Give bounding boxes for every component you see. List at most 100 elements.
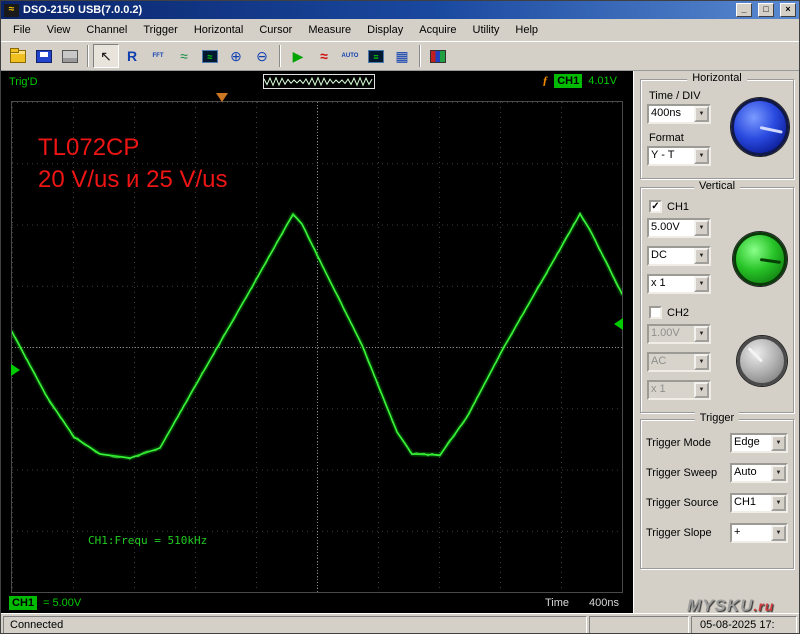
ch2-row: CH2 xyxy=(649,306,689,319)
time-label: Time xyxy=(544,597,570,609)
ch2-checkbox[interactable] xyxy=(649,306,662,319)
combo-value: 5.00V xyxy=(651,221,680,233)
combo-value: Auto xyxy=(734,466,757,478)
ch1-probe-select[interactable]: x 1 ▼ xyxy=(647,274,711,294)
trigger-freq-icon: ƒ xyxy=(542,73,549,87)
red-wave-icon: ≈ xyxy=(320,48,328,64)
format-select[interactable]: Y - T ▼ xyxy=(647,146,711,166)
trigger-slope-label: Trigger Slope xyxy=(646,527,712,539)
trigger-source-select[interactable]: CH1 ▼ xyxy=(730,493,788,513)
zoom-out-button[interactable]: ⊖ xyxy=(249,44,275,68)
trigger-mode-select[interactable]: Edge ▼ xyxy=(730,433,788,453)
menu-acquire[interactable]: Acquire xyxy=(411,21,464,39)
chevron-down-icon[interactable]: ▼ xyxy=(771,465,786,481)
ch2-probe-select[interactable]: x 1 ▼ xyxy=(647,380,711,400)
print-icon xyxy=(62,49,78,63)
zoom-in-button[interactable]: ⊕ xyxy=(223,44,249,68)
ch1-volts-select[interactable]: 5.00V ▼ xyxy=(647,218,711,238)
trigger-level-marker[interactable] xyxy=(614,318,623,330)
time-div-select[interactable]: 400ns ▼ xyxy=(647,104,711,124)
ch1-position-knob[interactable] xyxy=(733,232,787,286)
select-r-tool-button[interactable]: R xyxy=(119,44,145,68)
chevron-down-icon[interactable]: ▼ xyxy=(771,435,786,451)
scope-screen[interactable]: TL072CP 20 V/us и 25 V/us CH1:Frequ = 51… xyxy=(11,93,623,593)
menu-cursor[interactable]: Cursor xyxy=(251,21,300,39)
combo-value: CH1 xyxy=(734,496,757,508)
menu-channel[interactable]: Channel xyxy=(78,21,135,39)
red-wave-button[interactable]: ≈ xyxy=(311,44,337,68)
combo-value: Y - T xyxy=(651,149,675,161)
math-wave-button[interactable]: ≈ xyxy=(171,44,197,68)
chevron-down-icon[interactable]: ▼ xyxy=(771,495,786,511)
ch1-ground-marker[interactable] xyxy=(11,364,20,376)
scope-bottom-bar: CH1 = 5.00V Time 400ns xyxy=(1,593,633,613)
ch1-knob-pointer xyxy=(759,257,782,264)
help-books-button[interactable] xyxy=(425,44,451,68)
trigger-channel-badge: CH1 xyxy=(554,73,583,88)
chevron-down-icon[interactable]: ▼ xyxy=(694,220,709,236)
close-button[interactable]: × xyxy=(780,3,796,17)
save-icon xyxy=(36,49,52,63)
help-books-icon xyxy=(430,49,446,63)
chevron-down-icon[interactable]: ▼ xyxy=(694,276,709,292)
maximize-button[interactable]: □ xyxy=(758,3,774,17)
connection-status: Connected xyxy=(3,615,587,633)
auto-range-button[interactable]: AUTO xyxy=(337,44,363,68)
menu-utility[interactable]: Utility xyxy=(465,21,508,39)
horizontal-group-title: Horizontal xyxy=(687,72,747,84)
menu-measure[interactable]: Measure xyxy=(300,21,359,39)
preview-waveform-icon xyxy=(263,76,373,87)
horizontal-knob-pointer xyxy=(759,125,783,134)
menu-view[interactable]: View xyxy=(39,21,79,39)
print-button[interactable] xyxy=(57,44,83,68)
display-crt-icon: ≡ xyxy=(368,49,384,63)
status-spacer xyxy=(589,615,689,633)
open-icon xyxy=(10,47,26,63)
open-button[interactable] xyxy=(5,44,31,68)
cursor-tool-icon: ↖ xyxy=(100,48,112,64)
run-button[interactable]: ▶ xyxy=(285,44,311,68)
vertical-group: Vertical ✓ CH1 5.00V ▼ DC ▼ x 1 ▼ CH2 1.00V… xyxy=(640,180,794,413)
menu-display[interactable]: Display xyxy=(359,21,411,39)
chevron-down-icon[interactable]: ▼ xyxy=(694,248,709,264)
menu-file[interactable]: File xyxy=(5,21,39,39)
trig-status: Trig'D xyxy=(9,76,38,88)
panel-grid-button[interactable]: ▦ xyxy=(389,44,415,68)
waveform-preview[interactable] xyxy=(263,74,375,89)
ch1-volts-per-div: = 5.00V xyxy=(43,597,82,609)
ch2-coupling-select[interactable]: AC ▼ xyxy=(647,352,711,372)
chevron-down-icon[interactable]: ▼ xyxy=(694,382,709,398)
ch2-volts-select[interactable]: 1.00V ▼ xyxy=(647,324,711,344)
trigger-row: Trigger Source CH1 ▼ xyxy=(641,488,793,518)
ch1-checkbox[interactable]: ✓ xyxy=(649,200,662,213)
save-button[interactable] xyxy=(31,44,57,68)
cursor-tool-button[interactable]: ↖ xyxy=(93,44,119,68)
math-wave-icon: ≈ xyxy=(180,48,188,64)
ch1-coupling-select[interactable]: DC ▼ xyxy=(647,246,711,266)
xy-display-button[interactable]: ≈ xyxy=(197,44,223,68)
control-panel: Horizontal Time / DIV 400ns ▼ Format Y - … xyxy=(633,71,799,613)
fft-button[interactable]: FFT xyxy=(145,44,171,68)
chevron-down-icon[interactable]: ▼ xyxy=(694,148,709,164)
scope-annotation: TL072CP 20 V/us и 25 V/us xyxy=(38,132,228,197)
chevron-down-icon[interactable]: ▼ xyxy=(694,106,709,122)
menu-trigger[interactable]: Trigger xyxy=(135,21,185,39)
toolbar-separator xyxy=(279,45,281,67)
title-bar[interactable]: ≈ DSO-2150 USB(7.0.0.2) _ □ × xyxy=(1,1,799,19)
chevron-down-icon[interactable]: ▼ xyxy=(694,326,709,342)
trig-status-strip: Trig'D ƒ CH1 4.01V xyxy=(1,71,633,93)
trigger-sweep-select[interactable]: Auto ▼ xyxy=(730,463,788,483)
trigger-row: Trigger Sweep Auto ▼ xyxy=(641,458,793,488)
auto-range-icon: AUTO xyxy=(341,53,359,59)
horizontal-knob[interactable] xyxy=(731,98,789,156)
trigger-mode-label: Trigger Mode xyxy=(646,437,712,449)
trigger-position-marker[interactable] xyxy=(216,93,228,102)
menu-help[interactable]: Help xyxy=(507,21,546,39)
chevron-down-icon[interactable]: ▼ xyxy=(771,525,786,541)
chevron-down-icon[interactable]: ▼ xyxy=(694,354,709,370)
trigger-slope-select[interactable]: + ▼ xyxy=(730,523,788,543)
ch2-position-knob[interactable] xyxy=(737,336,787,386)
display-crt-button[interactable]: ≡ xyxy=(363,44,389,68)
menu-horizontal[interactable]: Horizontal xyxy=(186,21,252,39)
minimize-button[interactable]: _ xyxy=(736,3,752,17)
